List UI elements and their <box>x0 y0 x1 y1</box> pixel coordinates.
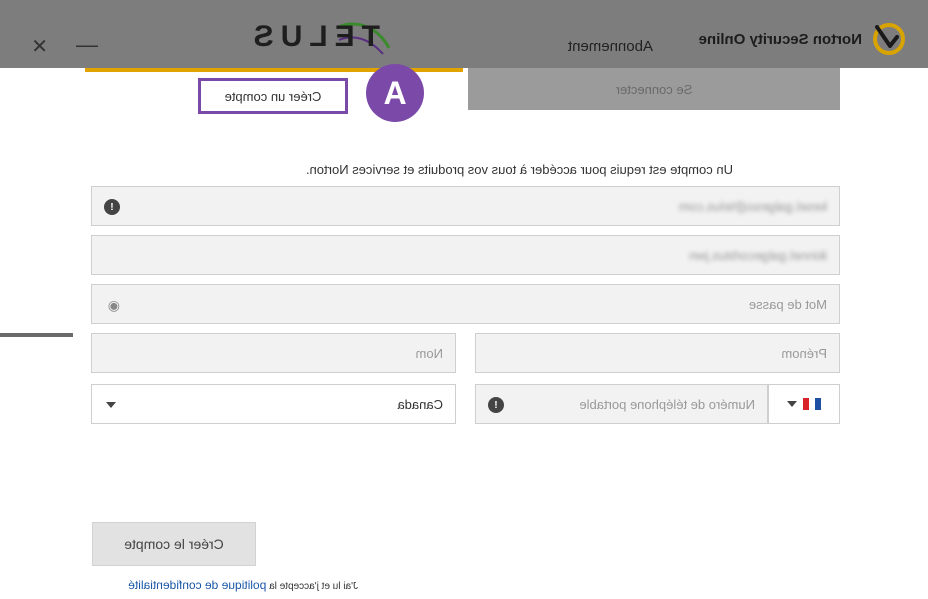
title-bar: Norton Security Online Abonnement TELUS … <box>0 0 928 68</box>
lastname-placeholder: Nom <box>415 346 443 361</box>
callout-badge: A <box>366 64 424 122</box>
eye-icon[interactable]: ◉ <box>104 297 120 313</box>
close-button[interactable]: ✕ <box>31 34 48 59</box>
phone-country-select[interactable] <box>768 384 840 424</box>
legal-prefix: J'ai lu et j'accepte la <box>266 581 358 592</box>
app-window: Norton Security Online Abonnement TELUS … <box>0 0 928 599</box>
email-field[interactable]: kesel.galgeso@telus.com ! <box>91 186 840 226</box>
tab-create-account[interactable]: Créer un compte <box>198 78 348 114</box>
firstname-placeholder: Prénom <box>781 346 827 361</box>
info-icon[interactable]: ! <box>104 199 120 215</box>
country-value: Canada <box>397 397 443 412</box>
tab-login[interactable]: Se connecter <box>468 68 840 110</box>
password-placeholder: Mot de passe <box>748 297 827 312</box>
telus-logo: TELUS <box>246 20 380 53</box>
firstname-field[interactable]: Prénom <box>475 333 840 373</box>
email-confirm-field[interactable]: ikinnel.galgecorbtus.jwn <box>91 235 840 275</box>
privacy-policy-link[interactable]: politique de confidentialité <box>128 578 266 592</box>
info-icon[interactable]: ! <box>488 397 504 413</box>
legal-notice: J'ai lu et j'accepte la politique de con… <box>128 578 358 592</box>
chevron-down-icon <box>106 402 116 408</box>
lastname-field[interactable]: Nom <box>91 333 456 373</box>
scrollbar-handle[interactable] <box>0 333 73 337</box>
subscription-link[interactable]: Abonnement <box>568 38 653 55</box>
callout-letter: A <box>383 74 407 111</box>
country-select[interactable]: Canada <box>91 384 456 424</box>
france-flag-icon <box>803 398 821 410</box>
form-intro: Un compte est requis pour accéder à tous… <box>305 162 733 177</box>
create-account-label: Créer le compte <box>124 536 224 552</box>
tab-login-label: Se connecter <box>615 81 693 97</box>
brand-name: Norton Security Online <box>698 30 862 48</box>
email-value: kesel.galgeso@telus.com <box>678 199 827 214</box>
create-account-button[interactable]: Créer le compte <box>92 522 256 566</box>
password-field[interactable]: Mot de passe ◉ <box>91 284 840 324</box>
chevron-down-icon <box>787 401 797 407</box>
phone-field[interactable]: Numéro de téléphone portable ! <box>475 384 768 424</box>
brand: Norton Security Online <box>699 22 906 56</box>
norton-logo-icon <box>873 23 905 55</box>
tab-create-label: Créer un compte <box>224 88 322 104</box>
phone-placeholder: Numéro de téléphone portable <box>579 397 755 412</box>
email-confirm-value: ikinnel.galgecorbtus.jwn <box>688 248 827 263</box>
minimize-button[interactable]: — <box>76 32 98 58</box>
